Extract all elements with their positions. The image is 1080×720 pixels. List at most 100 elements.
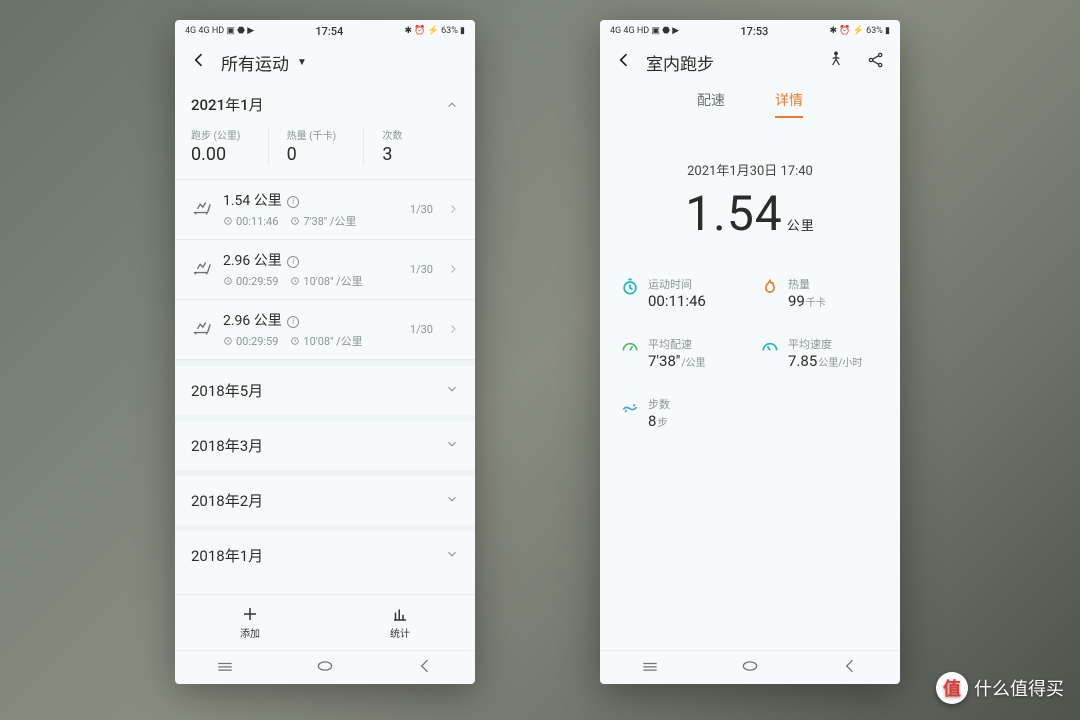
header-title[interactable]: 所有运动: [221, 50, 289, 75]
metric-steps: 步数 8步: [620, 396, 740, 430]
chevron-right-icon: [447, 260, 459, 279]
info-icon: i: [287, 196, 299, 208]
status-bar: 4G 4G HD ▣ ⬣ ▶ 17:54 ✱ ⏰ ⚡ 63% ▮: [175, 20, 475, 42]
month-label: 2018年3月: [191, 435, 263, 456]
stat-value: 0.00: [191, 144, 256, 165]
activity-date: 1/30: [410, 263, 433, 276]
activity-distance: 2.96 公里 i: [223, 250, 400, 270]
app-header: 室内跑步: [600, 42, 900, 82]
metric-value: 00:11:46: [648, 292, 706, 310]
stretch-icon[interactable]: [826, 50, 846, 74]
stat-label: 次数: [382, 127, 447, 142]
status-time: 17:54: [315, 25, 343, 38]
activity-row[interactable]: 1.54 公里 i 00:11:46 7'38'' /公里 1/30: [175, 180, 475, 240]
info-icon: i: [287, 256, 299, 268]
activity-date: 1/30: [410, 203, 433, 216]
metric-pace: 平均配速 7'38''/公里: [620, 336, 740, 370]
month-stats: 跑步 (公里) 0.00 热量 (千卡) 0 次数 3: [175, 123, 475, 180]
header-title: 室内跑步: [646, 50, 714, 75]
app-header: 所有运动 ▼: [175, 42, 475, 82]
treadmill-icon: [191, 197, 213, 223]
chevron-down-icon: [445, 437, 459, 455]
chevron-down-icon: [445, 547, 459, 565]
metric-label: 平均速度: [788, 336, 862, 352]
month-label: 2018年2月: [191, 490, 263, 511]
chevron-right-icon: [447, 200, 459, 219]
watermark-text: 什么值得买: [974, 675, 1064, 701]
activity-duration: 00:29:59: [223, 333, 278, 349]
nav-back-icon[interactable]: [840, 656, 860, 680]
phone-right: 4G 4G HD ▣ ⬣ ▶ 17:53 ✱ ⏰ ⚡ 63% ▮ 室内跑步 配速…: [600, 20, 900, 684]
nav-home-icon[interactable]: [315, 656, 335, 680]
stat-value: 3: [382, 144, 447, 165]
activity-distance: 2.96 公里 i: [223, 310, 400, 330]
collapsed-month[interactable]: 2018年5月: [175, 360, 475, 415]
phone-left: 4G 4G HD ▣ ⬣ ▶ 17:54 ✱ ⏰ ⚡ 63% ▮ 所有运动 ▼ …: [175, 20, 475, 684]
treadmill-icon: [191, 317, 213, 343]
month-label: 2018年1月: [191, 545, 263, 566]
nav-recent-icon[interactable]: [215, 656, 235, 680]
metric-calories: 热量 99千卡: [760, 276, 880, 310]
activity-duration: 00:11:46: [223, 213, 278, 229]
collapsed-month[interactable]: 2018年3月: [175, 415, 475, 470]
month-header[interactable]: 2021年1月: [175, 82, 475, 123]
tab-stats[interactable]: 统计: [325, 595, 475, 650]
metric-value: 8步: [648, 412, 670, 430]
activity-duration: 00:29:59: [223, 273, 278, 289]
chevron-right-icon: [447, 320, 459, 339]
metric-label: 运动时间: [648, 276, 706, 292]
stat-label: 跑步 (公里): [191, 127, 256, 142]
system-nav: [175, 650, 475, 684]
bottom-tabs: 添加 统计: [175, 594, 475, 650]
distance-value: 1.54: [685, 185, 783, 242]
activity-pace: 10'08'' /公里: [290, 333, 362, 349]
metric-duration: 运动时间 00:11:46: [620, 276, 740, 310]
chevron-up-icon: [445, 98, 459, 112]
back-icon[interactable]: [189, 50, 209, 74]
nav-back-icon[interactable]: [415, 656, 435, 680]
status-signal-icons: 4G 4G HD ▣ ⬣ ▶: [185, 26, 254, 36]
stat-run: 跑步 (公里) 0.00: [191, 127, 268, 165]
activity-distance: 1.54 公里 i: [223, 190, 400, 210]
status-signal-icons: 4G 4G HD ▣ ⬣ ▶: [610, 26, 679, 36]
tab-pace[interactable]: 配速: [697, 90, 725, 118]
dropdown-caret-icon[interactable]: ▼: [297, 57, 307, 68]
tab-detail[interactable]: 详情: [775, 90, 803, 118]
status-battery-icons: ✱ ⏰ ⚡ 63% ▮: [829, 26, 890, 36]
activity-row[interactable]: 2.96 公里 i 00:29:59 10'08'' /公里 1/30: [175, 240, 475, 300]
watermark-badge-icon: 值: [936, 672, 968, 704]
metric-label: 步数: [648, 396, 670, 412]
activity-pace: 7'38'' /公里: [290, 213, 356, 229]
share-icon[interactable]: [866, 50, 886, 74]
nav-recent-icon[interactable]: [640, 656, 660, 680]
status-time: 17:53: [740, 25, 768, 38]
stat-count: 次数 3: [363, 127, 459, 165]
info-icon: i: [287, 316, 299, 328]
collapsed-month[interactable]: 2018年2月: [175, 470, 475, 525]
status-battery-icons: ✱ ⏰ ⚡ 63% ▮: [404, 26, 465, 36]
tab-label: 统计: [390, 625, 410, 640]
stat-calories: 热量 (千卡) 0: [268, 127, 364, 165]
tab-label: 添加: [240, 625, 260, 640]
metric-value: 7.85公里/小时: [788, 352, 862, 370]
chevron-down-icon: [445, 492, 459, 510]
treadmill-icon: [191, 257, 213, 283]
back-icon[interactable]: [614, 50, 634, 74]
metric-speed: 平均速度 7.85公里/小时: [760, 336, 880, 370]
stat-label: 热量 (千卡): [287, 127, 352, 142]
tab-add[interactable]: 添加: [175, 595, 325, 650]
collapsed-month[interactable]: 2018年1月: [175, 525, 475, 580]
status-bar: 4G 4G HD ▣ ⬣ ▶ 17:53 ✱ ⏰ ⚡ 63% ▮: [600, 20, 900, 42]
system-nav: [600, 650, 900, 684]
chevron-down-icon: [445, 382, 459, 400]
metric-value: 7'38''/公里: [648, 352, 706, 370]
detail-tabs: 配速 详情: [600, 82, 900, 118]
activity-date: 1/30: [410, 323, 433, 336]
metric-label: 平均配速: [648, 336, 706, 352]
nav-home-icon[interactable]: [740, 656, 760, 680]
activity-datetime: 2021年1月30日 17:40: [620, 160, 880, 179]
month-label: 2021年1月: [191, 94, 264, 115]
watermark: 值 什么值得买: [936, 672, 1064, 704]
activity-row[interactable]: 2.96 公里 i 00:29:59 10'08'' /公里 1/30: [175, 300, 475, 360]
month-label: 2018年5月: [191, 380, 263, 401]
